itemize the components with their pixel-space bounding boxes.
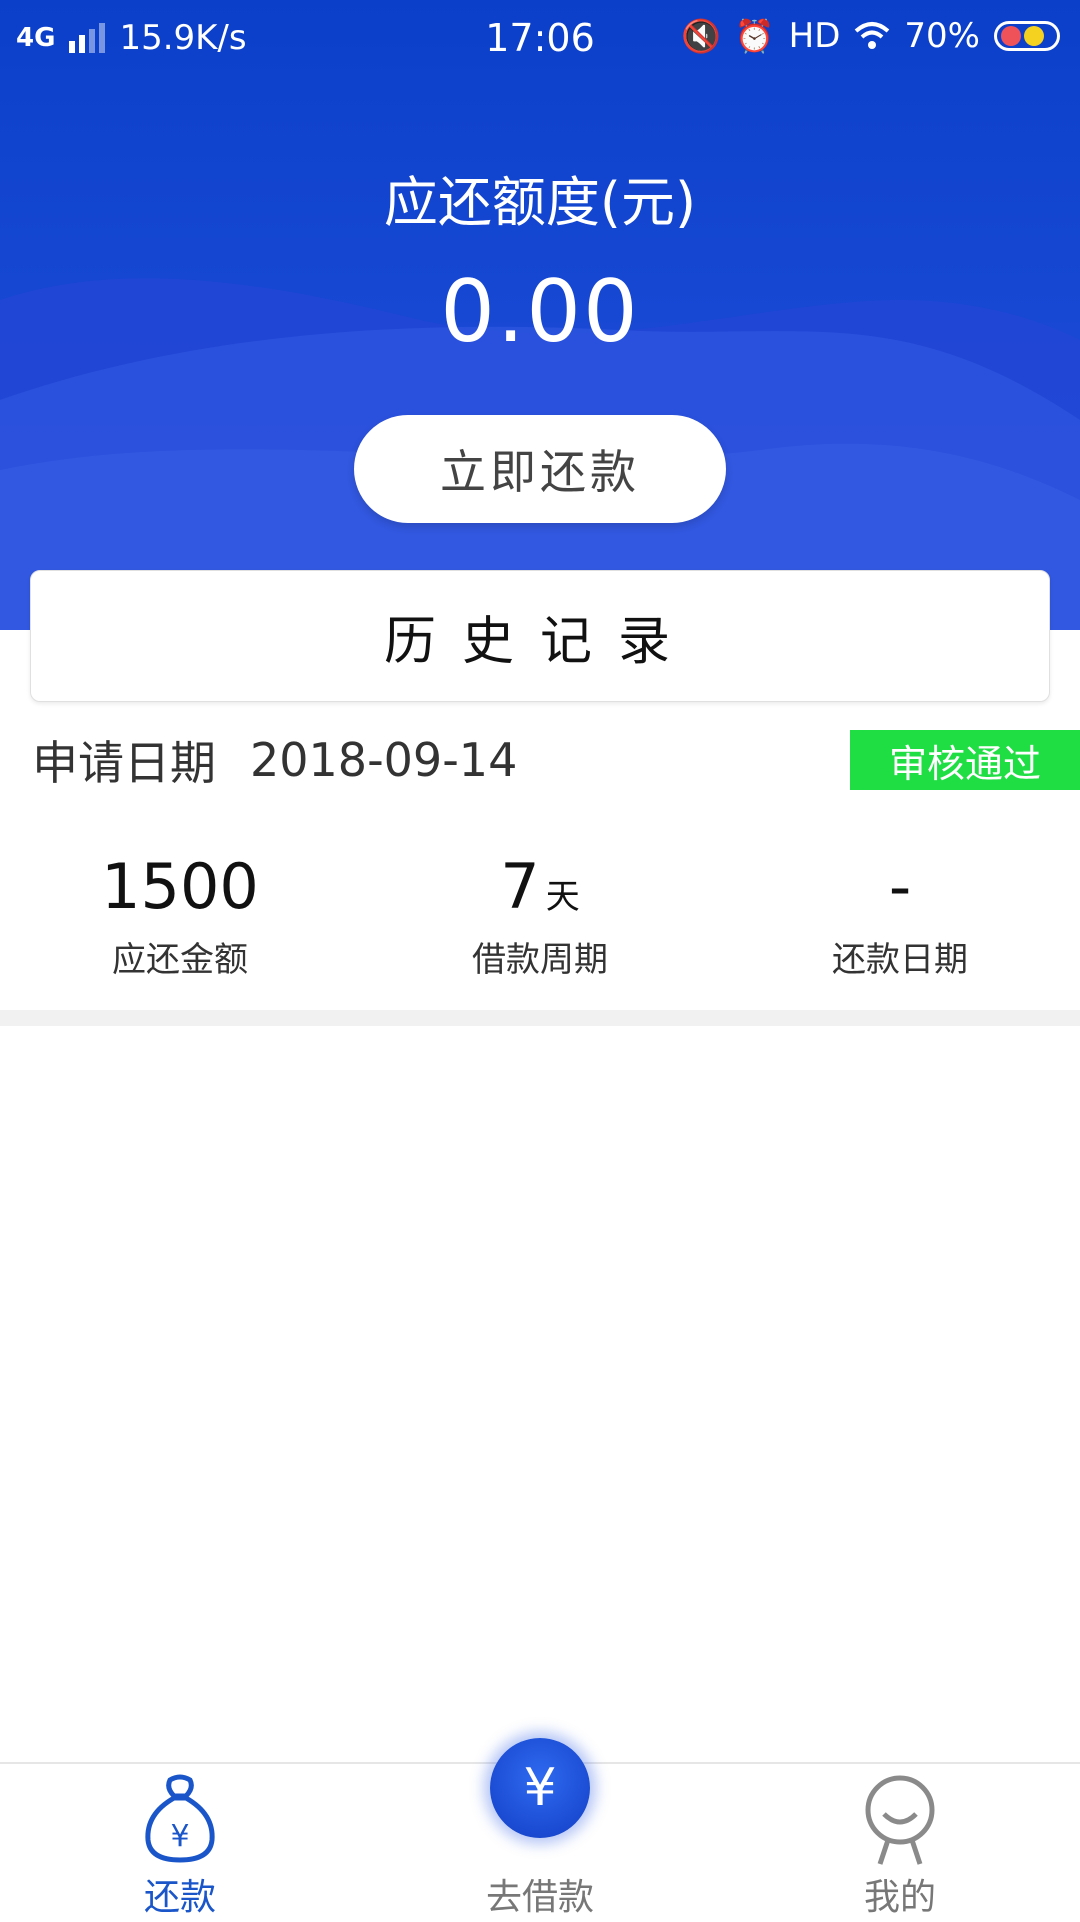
status-bar: 4G 15.9K/s 17:06 🔇 ⏰ HD 70% [0,0,1080,76]
tab-repay[interactable]: ¥ 还款 [60,1764,300,1922]
apply-date-label: 申请日期 [32,736,216,790]
stat-loan-period: 7天 借款周期 [360,850,720,981]
stat-label: 应还金额 [112,940,248,980]
loan-record[interactable]: 申请日期 2018-09-14 审核通过 1500 应还金额 7天 借款周期 -… [0,720,1080,1010]
alarm-icon: ⏰ [734,17,775,55]
stat-value: 1500 [101,850,259,923]
repay-now-button[interactable]: 立即还款 [354,415,726,523]
stat-label: 借款周期 [472,940,608,980]
section-divider [0,1010,1080,1026]
tab-mine[interactable]: 我的 [780,1764,1020,1922]
hd-indicator: HD [788,16,841,56]
tab-label: 还款 [143,1877,216,1918]
money-bag-icon: ¥ [145,1774,215,1863]
wifi-icon [855,22,890,49]
yuan-icon: ¥ [523,1758,557,1818]
stat-amount-due: 1500 应还金额 [0,850,360,981]
borrow-button[interactable]: ¥ [490,1738,590,1838]
stat-repay-date: - 还款日期 [720,850,1080,981]
header-banner: 4G 15.9K/s 17:06 🔇 ⏰ HD 70% 应还额度(元) 0.00… [0,0,1080,630]
due-amount-label: 应还额度(元) [383,171,697,234]
tab-label: 去借款 [485,1877,594,1918]
profile-icon [865,1775,935,1865]
stat-label: 还款日期 [832,940,968,980]
svg-text:¥: ¥ [170,1819,189,1854]
tab-label: 我的 [863,1877,936,1918]
stat-value: 7 [500,850,540,923]
battery-icon [994,21,1060,51]
status-badge: 审核通过 [850,730,1080,790]
mute-icon: 🔇 [680,17,721,55]
history-title: 历史记录 [30,570,1050,702]
due-amount-value: 0.00 [440,262,640,362]
battery-percent: 70% [904,16,980,56]
stat-value: - [888,850,912,923]
apply-date-value: 2018-09-14 [250,733,518,787]
stat-unit: 天 [545,877,580,917]
